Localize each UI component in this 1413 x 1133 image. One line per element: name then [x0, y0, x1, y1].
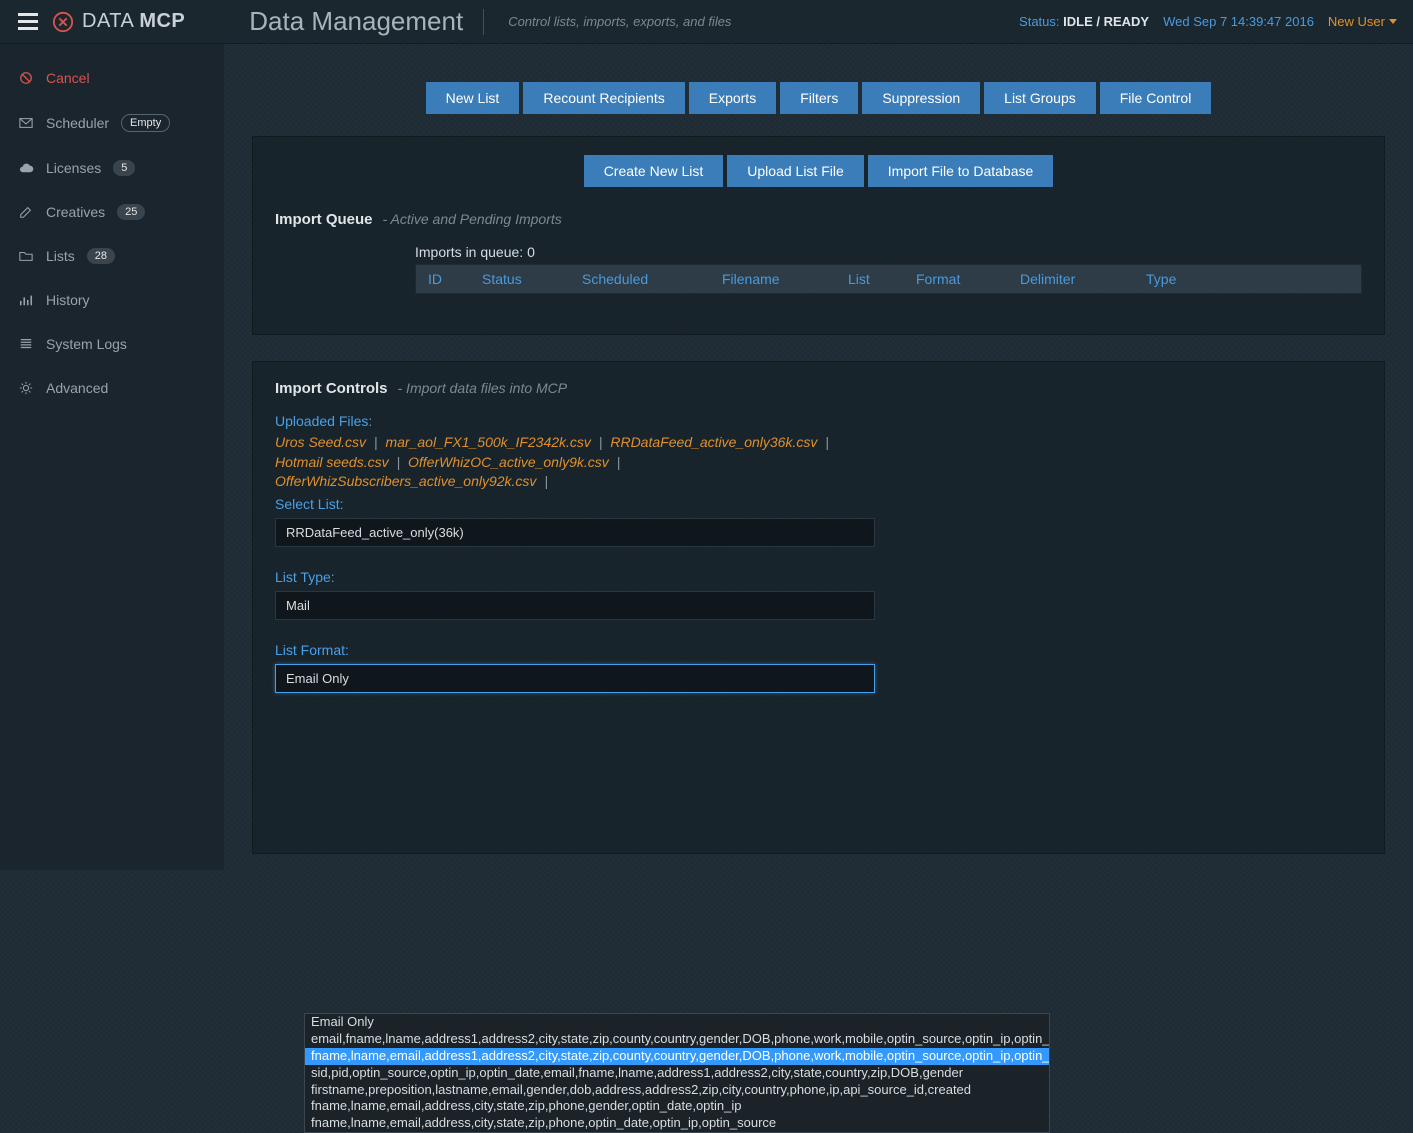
col-delimiter[interactable]: Delimiter [1020, 271, 1146, 287]
sidebar-item-advanced[interactable]: Advanced [0, 366, 224, 410]
import-queue-header-row: ID Status Scheduled Filename List Format… [415, 264, 1362, 294]
page-title: Data Management [249, 6, 463, 37]
list-format-option[interactable]: fname,lname,email,address,city,state,zip… [305, 1098, 1049, 1115]
col-list[interactable]: List [848, 271, 916, 287]
list-format-option[interactable]: firstname,preposition,lastname,email,gen… [305, 1082, 1049, 1099]
page-subtitle: Control lists, imports, exports, and fil… [508, 14, 731, 29]
uploaded-file-link[interactable]: mar_aol_FX1_500k_IF2342k.csv [385, 434, 590, 450]
sidebar: Cancel Scheduler Empty Licenses 5 Creati… [0, 44, 224, 870]
badge: Empty [121, 114, 170, 132]
sidebar-item-label: System Logs [46, 336, 127, 352]
top-button-file-control[interactable]: File Control [1100, 82, 1212, 114]
uploaded-files-list: Uros Seed.csv | mar_aol_FX1_500k_IF2342k… [275, 433, 835, 492]
top-button-row: New ListRecount RecipientsExportsFilters… [252, 82, 1385, 114]
sub-button-row: Create New ListUpload List FileImport Fi… [275, 155, 1362, 187]
uploaded-files-label: Uploaded Files: [275, 413, 1362, 429]
envelope-icon [18, 115, 34, 131]
separator: | [609, 454, 625, 470]
separator: | [536, 473, 552, 489]
list-format-option[interactable]: fname,lname,email,address,city,state,zip… [305, 1115, 1049, 1132]
cloud-icon [18, 160, 34, 176]
top-button-recount-recipients[interactable]: Recount Recipients [523, 82, 684, 114]
list-format-option[interactable]: email,fname,lname,address1,address2,city… [305, 1031, 1049, 1048]
sidebar-item-system-logs[interactable]: System Logs [0, 322, 224, 366]
user-menu[interactable]: New User [1328, 14, 1397, 29]
edit-icon [18, 204, 34, 220]
sidebar-item-label: Advanced [46, 380, 108, 396]
sidebar-item-label: Scheduler [46, 115, 109, 131]
import-queue-subtitle: - Active and Pending Imports [383, 211, 562, 227]
badge: 25 [117, 204, 145, 220]
col-format[interactable]: Format [916, 271, 1020, 287]
select-list-label: Select List: [275, 496, 1362, 512]
list-format-option[interactable]: fname,lname,email,address1,address2,city… [305, 1048, 1049, 1065]
sidebar-item-label: Licenses [46, 160, 101, 176]
app-header: DATA MCP Data Management Control lists, … [0, 0, 1413, 44]
sidebar-item-label: Cancel [46, 70, 90, 86]
cancel-icon [18, 70, 34, 86]
app-logo-icon [52, 11, 74, 33]
sidebar-item-label: History [46, 292, 90, 308]
separator [483, 9, 484, 35]
top-button-exports[interactable]: Exports [689, 82, 776, 114]
col-status[interactable]: Status [482, 271, 582, 287]
uploaded-file-link[interactable]: OfferWhizSubscribers_active_only92k.csv [275, 473, 536, 489]
separator: | [817, 434, 833, 450]
timestamp: Wed Sep 7 14:39:47 2016 [1163, 14, 1314, 29]
col-type[interactable]: Type [1146, 271, 1206, 287]
uploaded-file-link[interactable]: OfferWhizOC_active_only9k.csv [408, 454, 609, 470]
import-queue-title: Import Queue [275, 211, 373, 228]
separator: | [366, 434, 385, 450]
badge: 5 [113, 160, 135, 176]
caret-down-icon [1389, 19, 1397, 24]
sidebar-item-lists[interactable]: Lists 28 [0, 234, 224, 278]
list-type-label: List Type: [275, 569, 1362, 585]
sidebar-item-label: Lists [46, 248, 75, 264]
app-logo-text: DATA MCP [82, 10, 185, 33]
sub-button-import-file-to-database[interactable]: Import File to Database [868, 155, 1054, 187]
list-format-dropdown[interactable]: Email Onlyemail,fname,lname,address1,add… [304, 1013, 1050, 1133]
separator: | [591, 434, 610, 450]
panel-file-control: Create New ListUpload List FileImport Fi… [252, 136, 1385, 335]
list-icon [18, 336, 34, 352]
list-format-select[interactable]: Email Only [275, 664, 875, 693]
list-format-option[interactable]: sid,pid,optin_source,optin_ip,optin_date… [305, 1065, 1049, 1082]
col-scheduled[interactable]: Scheduled [582, 271, 722, 287]
sidebar-item-creatives[interactable]: Creatives 25 [0, 190, 224, 234]
sidebar-item-history[interactable]: History [0, 278, 224, 322]
select-list[interactable]: RRDataFeed_active_only(36k) [275, 518, 875, 547]
col-filename[interactable]: Filename [722, 271, 848, 287]
uploaded-file-link[interactable]: Hotmail seeds.csv [275, 454, 389, 470]
status-label: Status: IDLE / READY [1019, 14, 1149, 29]
sub-button-upload-list-file[interactable]: Upload List File [727, 155, 864, 187]
import-controls-subtitle: - Import data files into MCP [398, 380, 568, 396]
uploaded-file-link[interactable]: RRDataFeed_active_only36k.csv [610, 434, 817, 450]
sidebar-item-label: Creatives [46, 204, 105, 220]
gear-icon [18, 380, 34, 396]
col-id[interactable]: ID [428, 271, 482, 287]
top-button-suppression[interactable]: Suppression [862, 82, 980, 114]
menu-icon[interactable] [14, 9, 42, 34]
uploaded-file-link[interactable]: Uros Seed.csv [275, 434, 366, 450]
badge: 28 [87, 248, 115, 264]
import-queue-count: Imports in queue: 0 [415, 244, 1362, 260]
sidebar-item-scheduler[interactable]: Scheduler Empty [0, 100, 224, 146]
chart-icon [18, 292, 34, 308]
main-content: New ListRecount RecipientsExportsFilters… [224, 44, 1413, 870]
list-type-select[interactable]: Mail [275, 591, 875, 620]
separator: | [389, 454, 408, 470]
sidebar-item-licenses[interactable]: Licenses 5 [0, 146, 224, 190]
top-button-filters[interactable]: Filters [780, 82, 858, 114]
list-format-label: List Format: [275, 642, 1362, 658]
import-controls-title: Import Controls [275, 380, 388, 397]
top-button-list-groups[interactable]: List Groups [984, 82, 1096, 114]
top-button-new-list[interactable]: New List [426, 82, 520, 114]
list-format-option[interactable]: Email Only [305, 1014, 1049, 1031]
folder-icon [18, 248, 34, 264]
sidebar-item-cancel[interactable]: Cancel [0, 56, 224, 100]
sub-button-create-new-list[interactable]: Create New List [584, 155, 724, 187]
panel-import-controls: Import Controls - Import data files into… [252, 361, 1385, 854]
